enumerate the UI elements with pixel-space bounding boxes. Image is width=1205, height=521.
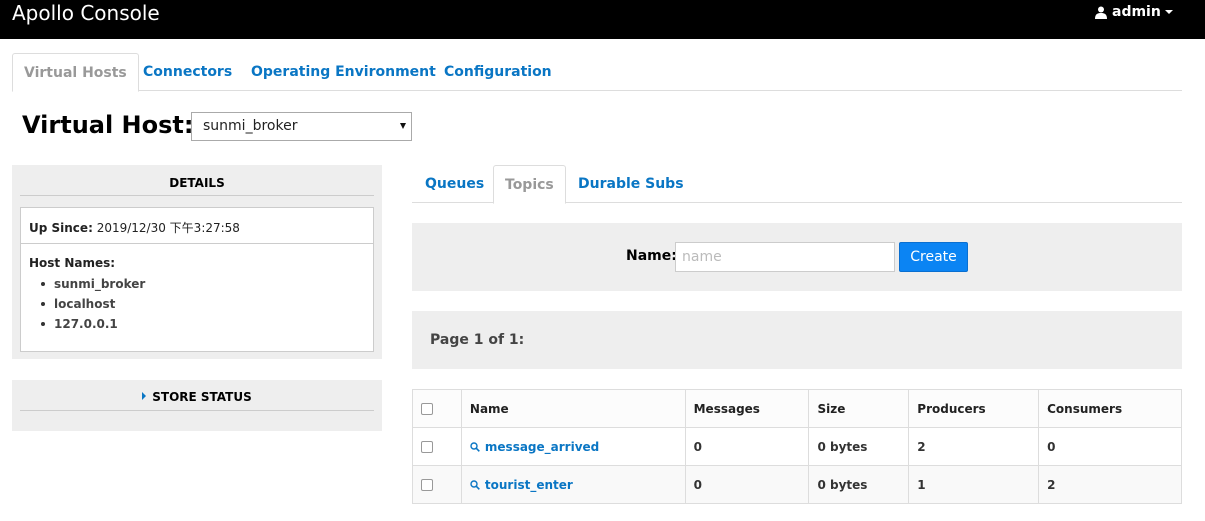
row-checkbox[interactable] [421, 479, 433, 491]
select-arrow-icon [400, 123, 406, 129]
create-topic-bar: Name: Create [412, 223, 1182, 291]
column-header-name[interactable]: Name [460, 389, 686, 428]
tab-configuration[interactable]: Configuration [444, 53, 552, 91]
name-label: Name: [626, 248, 677, 264]
column-header-consumers[interactable]: Consumers [1038, 389, 1182, 428]
producers-cell: 2 [908, 427, 1040, 466]
destination-tabs: Queues Topics Durable Subs [412, 165, 1182, 204]
create-button[interactable]: Create [899, 242, 968, 272]
topic-link[interactable]: tourist_enter [470, 478, 573, 492]
paging-bar: Page 1 of 1: [412, 311, 1182, 369]
column-header-producers[interactable]: Producers [908, 389, 1040, 428]
expand-arrow-icon [142, 392, 147, 400]
magnifier-icon [470, 479, 480, 490]
row-select-cell [412, 465, 462, 504]
consumers-cell: 0 [1038, 427, 1182, 466]
user-icon [1095, 6, 1107, 19]
details-panel: DETAILS Up Since: 2019/12/30 下午3:27:58 H… [12, 165, 382, 359]
topic-name: tourist_enter [484, 477, 573, 492]
column-header-size[interactable]: Size [808, 389, 910, 428]
topics-table: Name Messages Size Producers Consumers m… [412, 389, 1182, 504]
table-row: tourist_enter 0 0 bytes 1 2 [412, 465, 1182, 504]
select-all-checkbox[interactable] [421, 403, 433, 415]
row-select-cell [412, 427, 462, 466]
tab-durable-subs[interactable]: Durable Subs [578, 165, 684, 203]
virtual-host-label: Virtual Host: [22, 111, 194, 139]
page-info: Page 1 of 1: [430, 332, 525, 348]
details-heading: DETAILS [169, 176, 225, 190]
host-names-label: Host Names: [29, 256, 116, 270]
table-row: message_arrived 0 0 bytes 2 0 [412, 427, 1182, 466]
topic-name-cell: message_arrived [460, 427, 686, 466]
host-name-item: localhost [41, 294, 145, 314]
store-status-divider [20, 410, 374, 411]
column-header-messages[interactable]: Messages [684, 389, 810, 428]
messages-cell: 0 [684, 427, 810, 466]
caret-down-icon [1164, 10, 1173, 14]
tab-queues[interactable]: Queues [425, 165, 484, 203]
up-since: Up Since: 2019/12/30 下午3:27:58 [21, 208, 373, 244]
user-name: admin [1112, 4, 1161, 20]
topic-link[interactable]: message_arrived [470, 440, 599, 454]
store-status-toggle[interactable]: STORE STATUS [20, 390, 374, 404]
tab-virtual-hosts[interactable]: Virtual Hosts [12, 53, 139, 92]
row-checkbox[interactable] [421, 441, 433, 453]
host-name-item: 127.0.0.1 [41, 314, 145, 334]
host-names-list: sunmi_broker localhost 127.0.0.1 [41, 274, 145, 334]
virtual-host-selected: sunmi_broker [203, 118, 298, 134]
details-divider [20, 195, 374, 196]
store-status-heading: STORE STATUS [152, 390, 252, 404]
consumers-cell: 2 [1038, 465, 1182, 504]
table-header-row: Name Messages Size Producers Consumers [412, 389, 1182, 428]
producers-cell: 1 [908, 465, 1040, 504]
host-name-item: sunmi_broker [41, 274, 145, 294]
details-body: Up Since: 2019/12/30 下午3:27:58 Host Name… [20, 207, 374, 352]
tab-operating-environment[interactable]: Operating Environment [251, 53, 436, 91]
up-since-label: Up Since: [29, 221, 93, 235]
messages-cell: 0 [684, 465, 810, 504]
app-title[interactable]: Apollo Console [12, 1, 160, 25]
size-cell: 0 bytes [808, 465, 910, 504]
topic-name-cell: tourist_enter [460, 465, 686, 504]
user-menu[interactable]: admin [1095, 4, 1173, 20]
tab-connectors[interactable]: Connectors [143, 53, 232, 91]
topic-name: message_arrived [484, 439, 600, 454]
up-since-value: 2019/12/30 下午3:27:58 [96, 221, 240, 235]
tab-topics[interactable]: Topics [493, 165, 566, 204]
magnifier-icon [470, 441, 480, 452]
top-navbar: Apollo Console admin [0, 0, 1205, 39]
store-status-panel: STORE STATUS [12, 380, 382, 431]
select-all-cell [412, 389, 462, 428]
virtual-host-select[interactable]: sunmi_broker [191, 112, 412, 141]
size-cell: 0 bytes [808, 427, 910, 466]
topic-name-input[interactable] [675, 242, 895, 272]
main-tabs: Virtual Hosts Connectors Operating Envir… [12, 53, 1182, 92]
